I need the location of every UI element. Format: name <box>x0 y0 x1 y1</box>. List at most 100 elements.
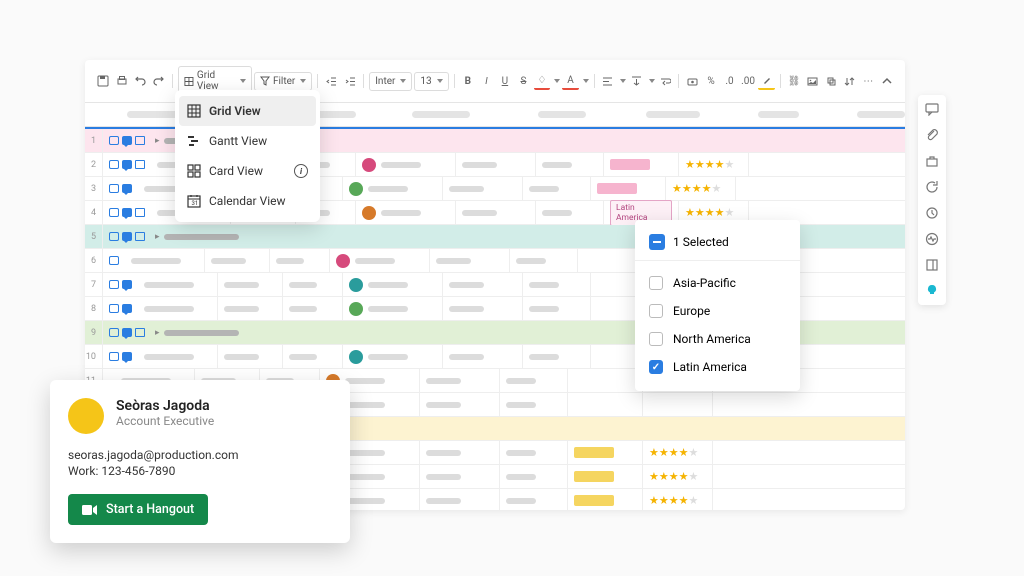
cell[interactable]: ★★★★★ <box>679 153 749 176</box>
lightbulb-icon[interactable] <box>924 283 940 299</box>
cell[interactable] <box>343 177 443 200</box>
view-calendar-option[interactable]: 31 Calendar View <box>175 186 320 216</box>
cell[interactable] <box>500 465 568 488</box>
attachment-icon[interactable] <box>109 160 119 169</box>
cell[interactable] <box>536 153 604 176</box>
attachment-icon[interactable] <box>109 232 119 241</box>
cell[interactable] <box>523 297 591 320</box>
expand-icon[interactable]: ▸ <box>151 136 164 146</box>
cell[interactable] <box>343 297 443 320</box>
cell[interactable]: ★★★★★ <box>643 441 713 464</box>
percent-icon[interactable]: % <box>703 72 720 90</box>
view-gantt-option[interactable]: Gantt View <box>175 126 320 156</box>
cell[interactable] <box>420 441 500 464</box>
view-grid-option[interactable]: Grid View <box>179 96 316 126</box>
currency-icon[interactable] <box>684 72 701 90</box>
cell[interactable] <box>356 153 456 176</box>
refresh-icon[interactable] <box>924 179 940 195</box>
cell[interactable] <box>125 249 205 272</box>
file-icon[interactable] <box>135 160 145 169</box>
text-color-icon[interactable]: A <box>562 72 579 90</box>
briefcase-icon[interactable] <box>924 153 940 169</box>
image-icon[interactable] <box>804 72 821 90</box>
comment-icon[interactable] <box>122 280 132 289</box>
cell[interactable] <box>430 249 510 272</box>
expand-icon[interactable]: ▸ <box>151 232 164 242</box>
attachment-icon[interactable] <box>109 280 119 289</box>
sort-icon[interactable] <box>841 72 858 90</box>
comments-icon[interactable] <box>924 101 940 117</box>
cell[interactable] <box>218 273 283 296</box>
cell[interactable]: ★★★★★ <box>666 177 736 200</box>
redo-icon[interactable] <box>151 72 168 90</box>
cell[interactable] <box>283 297 343 320</box>
cell[interactable] <box>536 201 604 224</box>
decimal-dec-icon[interactable]: .00 <box>740 72 757 90</box>
info-icon[interactable]: i <box>294 164 308 178</box>
cell[interactable] <box>283 273 343 296</box>
comment-icon[interactable] <box>122 304 132 313</box>
bold-icon[interactable]: B <box>460 72 477 90</box>
cell[interactable] <box>604 153 679 176</box>
file-icon[interactable] <box>135 136 145 145</box>
font-size-selector[interactable]: 13 <box>414 72 448 91</box>
rating-stars[interactable]: ★★★★★ <box>672 182 721 195</box>
file-icon[interactable] <box>135 208 145 217</box>
expand-icon[interactable]: ▸ <box>151 328 164 338</box>
filter-option-europe[interactable]: Europe <box>635 297 800 325</box>
cell[interactable] <box>356 201 456 224</box>
cell[interactable] <box>343 273 443 296</box>
strike-icon[interactable]: S <box>515 72 532 90</box>
comment-icon[interactable] <box>122 232 132 241</box>
cell[interactable] <box>138 297 218 320</box>
filter-button[interactable]: Filter <box>254 72 312 91</box>
outdent-icon[interactable] <box>323 72 340 90</box>
rating-stars[interactable]: ★★★★★ <box>685 158 734 171</box>
fill-color-icon[interactable]: ♢ <box>534 72 551 90</box>
activity-icon[interactable] <box>924 231 940 247</box>
cell[interactable] <box>500 393 568 416</box>
align-icon[interactable] <box>600 72 617 90</box>
attachment-icon[interactable] <box>109 304 119 313</box>
cell[interactable] <box>568 441 643 464</box>
cell[interactable] <box>270 249 330 272</box>
rating-stars[interactable]: ★★★★★ <box>685 206 734 219</box>
cell[interactable] <box>568 369 643 392</box>
cell[interactable] <box>500 369 568 392</box>
comment-icon[interactable] <box>122 136 132 145</box>
attachment-icon[interactable] <box>109 352 119 361</box>
cell[interactable] <box>523 345 591 368</box>
history-icon[interactable] <box>924 205 940 221</box>
attachment-icon[interactable] <box>109 184 119 193</box>
layers-icon[interactable] <box>823 72 840 90</box>
filter-option-latin-america[interactable]: Latin America <box>635 353 800 381</box>
cell[interactable] <box>138 273 218 296</box>
cell[interactable] <box>420 465 500 488</box>
cell[interactable] <box>218 297 283 320</box>
print-icon[interactable] <box>114 72 131 90</box>
comment-icon[interactable] <box>122 208 132 217</box>
start-hangout-button[interactable]: Start a Hangout <box>68 494 208 525</box>
rating-stars[interactable]: ★★★★★ <box>649 446 698 459</box>
attachment-icon[interactable] <box>109 208 119 217</box>
highlight-icon[interactable] <box>758 72 775 90</box>
cell[interactable] <box>205 249 270 272</box>
filter-option-asia-pacific[interactable]: Asia-Pacific <box>635 269 800 297</box>
file-icon[interactable] <box>135 232 145 241</box>
rating-stars[interactable]: ★★★★★ <box>649 470 698 483</box>
comment-icon[interactable] <box>122 160 132 169</box>
comment-icon[interactable] <box>122 328 132 337</box>
filter-option-north-america[interactable]: North America <box>635 325 800 353</box>
cell[interactable] <box>443 345 523 368</box>
more-icon[interactable]: ⋯ <box>860 72 877 90</box>
cell[interactable] <box>283 345 343 368</box>
cell[interactable] <box>420 369 500 392</box>
cell[interactable]: ★★★★★ <box>643 465 713 488</box>
valign-icon[interactable] <box>628 72 645 90</box>
cell[interactable] <box>523 177 591 200</box>
link-icon[interactable]: ⛓ <box>786 72 803 90</box>
cell[interactable] <box>591 177 666 200</box>
cell[interactable] <box>420 489 500 510</box>
font-selector[interactable]: Inter <box>369 72 412 91</box>
cell[interactable] <box>500 489 568 510</box>
